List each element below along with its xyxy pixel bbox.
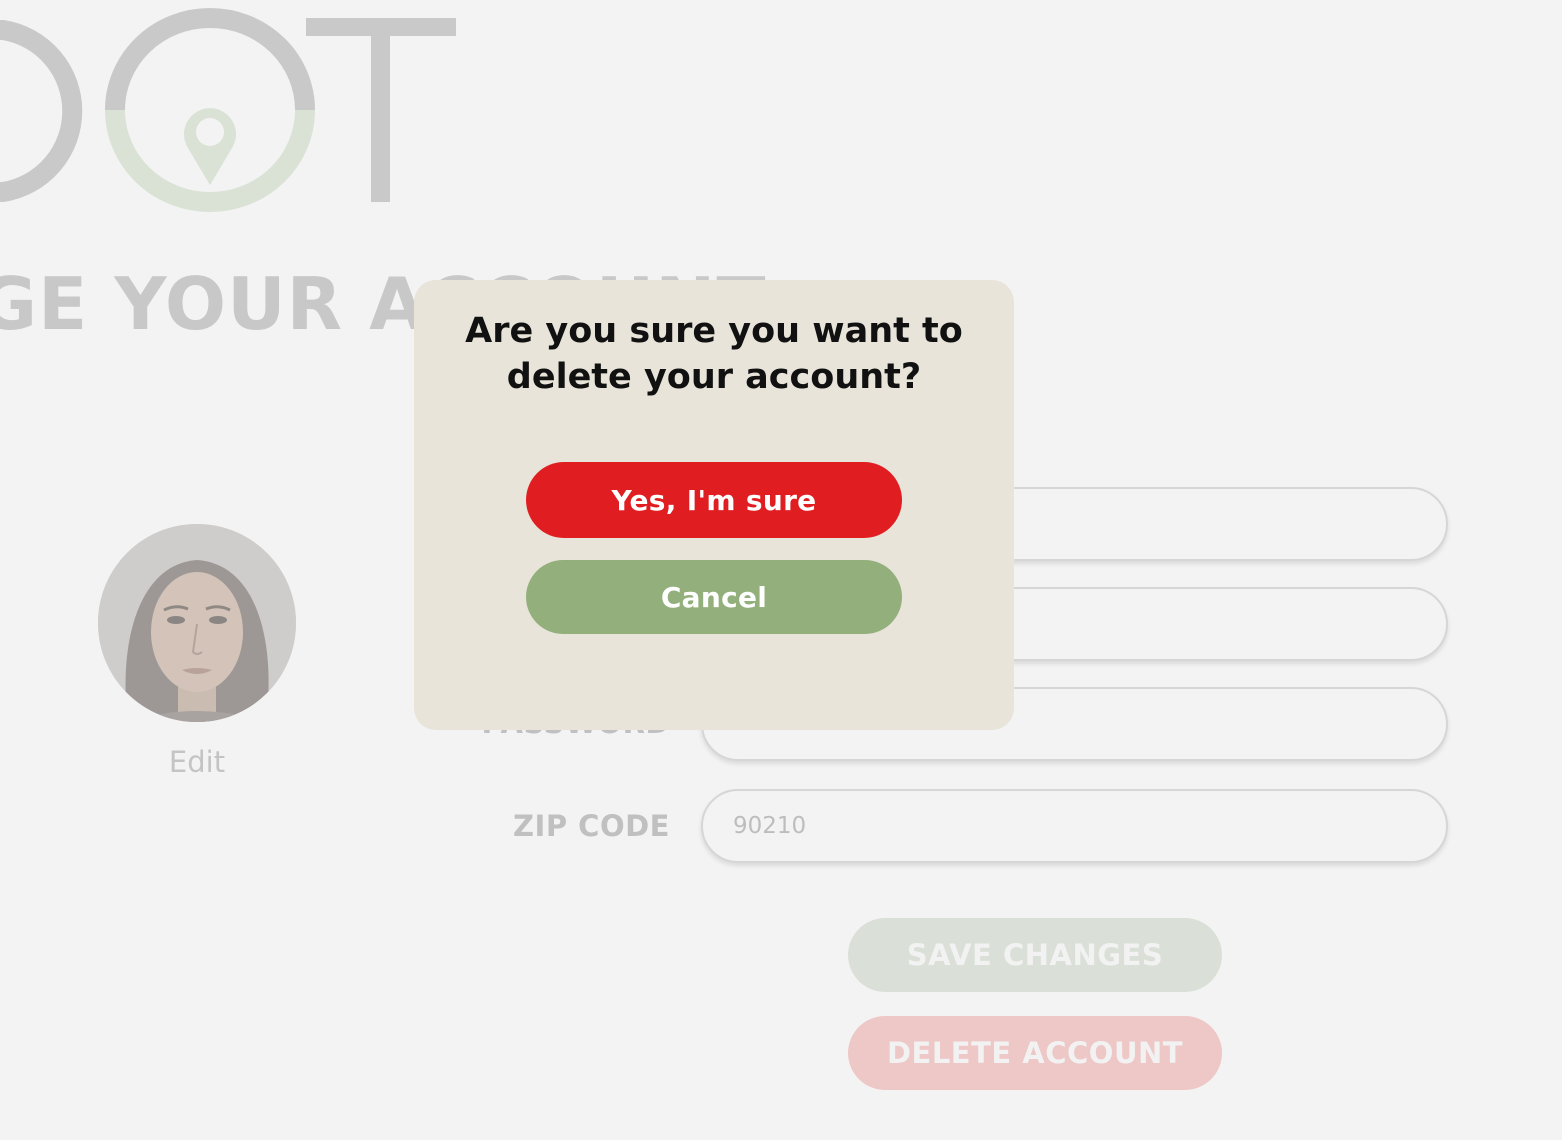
zip-code-input[interactable] xyxy=(701,789,1448,863)
profile-avatar[interactable] xyxy=(98,524,296,722)
app-logo xyxy=(0,8,456,212)
zip-code-label: ZIP CODE xyxy=(513,809,670,843)
account-page: GE YOUR ACCOUNT Edit PASS xyxy=(0,0,1562,1140)
delete-account-button[interactable]: DELETE ACCOUNT xyxy=(848,1016,1222,1090)
avatar-portrait xyxy=(98,524,296,722)
save-changes-button[interactable]: SAVE CHANGES xyxy=(848,918,1222,992)
modal-title: Are you sure you want to delete your acc… xyxy=(465,311,963,397)
edit-avatar-link[interactable]: Edit xyxy=(98,745,296,779)
delete-confirmation-modal: Are you sure you want to delete your acc… xyxy=(414,280,1014,730)
confirm-delete-button[interactable]: Yes, I'm sure xyxy=(526,462,902,538)
cancel-button[interactable]: Cancel xyxy=(526,560,902,634)
map-pin-icon xyxy=(184,108,236,185)
